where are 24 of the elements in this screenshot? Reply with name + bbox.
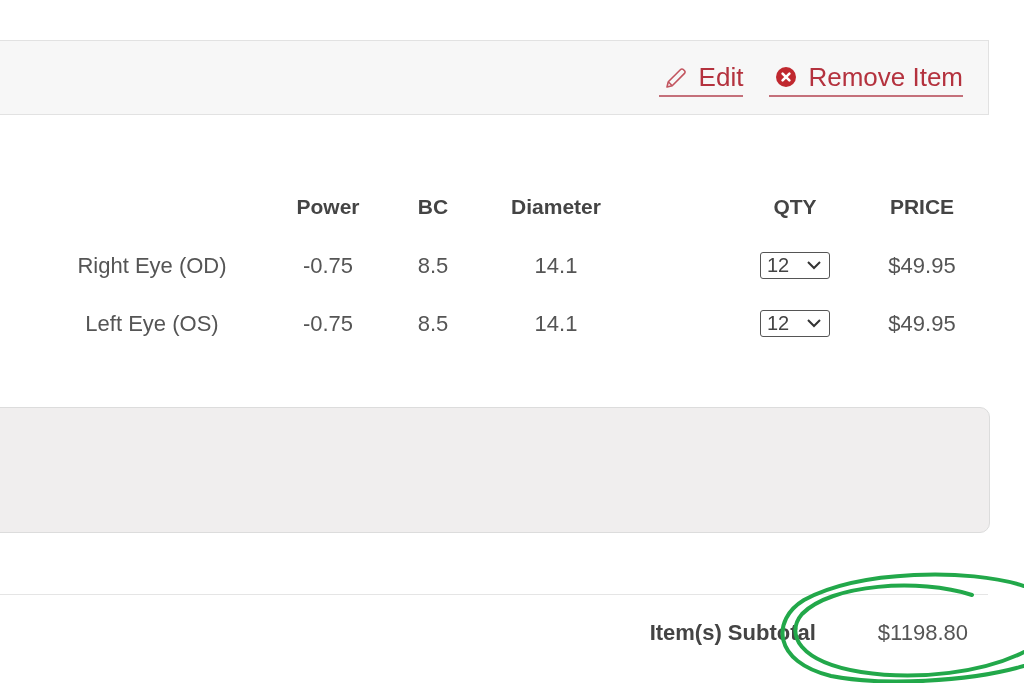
column-header: QTY (773, 194, 817, 221)
table-cell-text: -0.75 (302, 309, 354, 338)
table-cell-text: $49.95 (888, 309, 956, 338)
x-circle-icon (776, 67, 797, 87)
table-cell-text: 14.1 (534, 251, 578, 280)
quantity-select[interactable]: 12 (760, 251, 830, 279)
column-header: Diameter (511, 194, 601, 221)
row-label: Right Eye (OD) (77, 251, 227, 280)
chevron-down-icon (807, 318, 821, 328)
table-cell-text: $49.95 (888, 251, 956, 280)
column-header: Power (296, 194, 360, 221)
column-header: PRICE (889, 194, 955, 221)
remove-item-link[interactable]: Remove Item (769, 62, 963, 97)
table-cell-text: 8.5 (417, 251, 449, 280)
subtotal-value: $1198.80 (877, 618, 968, 647)
quantity-select[interactable]: 12 (760, 309, 830, 337)
chevron-down-icon (807, 260, 821, 270)
row-label: Left Eye (OS) (85, 309, 219, 338)
edit-link[interactable]: Edit (658, 62, 744, 97)
table-cell-text: 14.1 (534, 309, 578, 338)
table-cell-text: -0.75 (302, 251, 354, 280)
pencil-icon (665, 66, 687, 88)
column-header: BC (417, 194, 449, 221)
table-cell-text: 8.5 (417, 309, 449, 338)
